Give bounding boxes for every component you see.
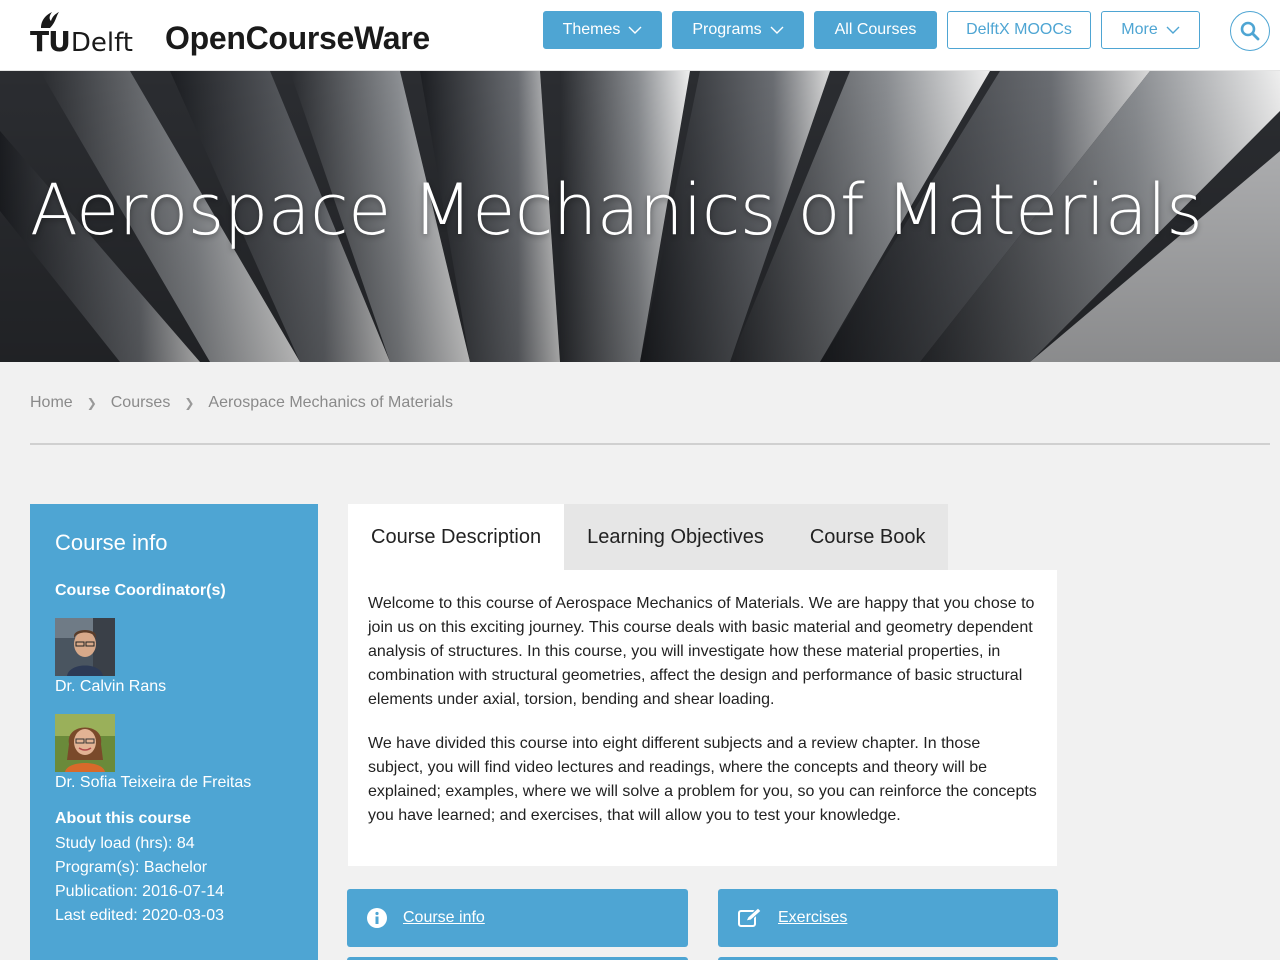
description-paragraph: We have divided this course into eight d… <box>368 735 1037 824</box>
nav-delftx-moocs-button[interactable]: DelftX MOOCs <box>947 11 1091 49</box>
avatar[interactable] <box>55 618 115 676</box>
breadcrumb-divider <box>30 443 1270 445</box>
logo-tu-text: TU <box>30 25 71 58</box>
exercises-link[interactable]: Exercises <box>778 909 847 927</box>
nav-all-courses-label: All Courses <box>834 21 917 38</box>
about-heading: About this course <box>55 810 192 827</box>
nav-programs-label: Programs <box>692 21 762 38</box>
coordinator-name[interactable]: Dr. Calvin Rans <box>55 678 293 696</box>
breadcrumb-home-link[interactable]: Home <box>30 394 73 412</box>
breadcrumb-current: Aerospace Mechanics of Materials <box>208 394 453 411</box>
chevron-right-icon: ❯ <box>86 396 97 410</box>
coordinator-item: Dr. Calvin Rans <box>55 618 293 696</box>
nav-themes-button[interactable]: Themes <box>543 11 662 49</box>
chevron-right-icon: ❯ <box>184 396 195 410</box>
chevron-down-icon <box>770 26 784 34</box>
flame-logo-icon <box>41 12 59 28</box>
sidebar-title: Course info <box>55 530 168 555</box>
edit-icon <box>738 908 762 927</box>
course-info-link[interactable]: Course info <box>403 909 485 927</box>
search-button[interactable] <box>1230 11 1270 51</box>
site-title[interactable]: OpenCourseWare <box>165 20 430 57</box>
course-info-sidebar: Course info Course Coordinator(s) Dr. Ca… <box>30 504 318 960</box>
course-info-card[interactable]: Course info <box>347 889 688 947</box>
programs: Program(s): Bachelor <box>55 859 208 876</box>
chevron-down-icon <box>1166 26 1180 34</box>
nav-programs-button[interactable]: Programs <box>672 11 804 49</box>
nav-delftx-label: DelftX MOOCs <box>966 21 1072 38</box>
course-tabs: Course Description Learning Objectives C… <box>348 504 949 570</box>
chevron-down-icon <box>628 26 642 34</box>
search-icon <box>1240 21 1260 41</box>
publication-date: Publication: 2016-07-14 <box>55 883 225 900</box>
avatar[interactable] <box>55 714 115 772</box>
description-paragraph: Welcome to this course of Aerospace Mech… <box>368 595 1035 708</box>
tu-delft-logo[interactable]: TU Delft <box>30 10 133 56</box>
info-icon <box>367 908 387 928</box>
exercises-card[interactable]: Exercises <box>718 889 1058 947</box>
tab-course-book[interactable]: Course Book <box>786 504 949 570</box>
coordinators-heading: Course Coordinator(s) <box>55 582 226 599</box>
nav-themes-label: Themes <box>562 21 621 38</box>
page-title: Aerospace Mechanics of Materials <box>30 169 1203 251</box>
study-load: Study load (hrs): 84 <box>55 835 195 852</box>
breadcrumb-courses-link[interactable]: Courses <box>111 394 171 412</box>
nav-more-button[interactable]: More <box>1101 11 1200 49</box>
logo-delft-text: Delft <box>70 28 133 58</box>
last-edited-date: Last edited: 2020-03-03 <box>55 907 225 924</box>
coordinator-name[interactable]: Dr. Sofia Teixeira de Freitas <box>55 774 293 792</box>
breadcrumb: Home ❯ Courses ❯ Aerospace Mechanics of … <box>30 394 453 412</box>
site-header: TU Delft OpenCourseWare Themes Programs … <box>0 0 1280 71</box>
coordinator-item: Dr. Sofia Teixeira de Freitas <box>55 714 293 792</box>
nav-more-label: More <box>1121 21 1158 38</box>
course-description-panel: Welcome to this course of Aerospace Mech… <box>348 570 1057 866</box>
tab-course-description[interactable]: Course Description <box>348 504 565 570</box>
hero-banner: Aerospace Mechanics of Materials <box>0 71 1280 362</box>
tab-learning-objectives[interactable]: Learning Objectives <box>564 504 787 570</box>
nav-all-courses-button[interactable]: All Courses <box>814 11 937 49</box>
